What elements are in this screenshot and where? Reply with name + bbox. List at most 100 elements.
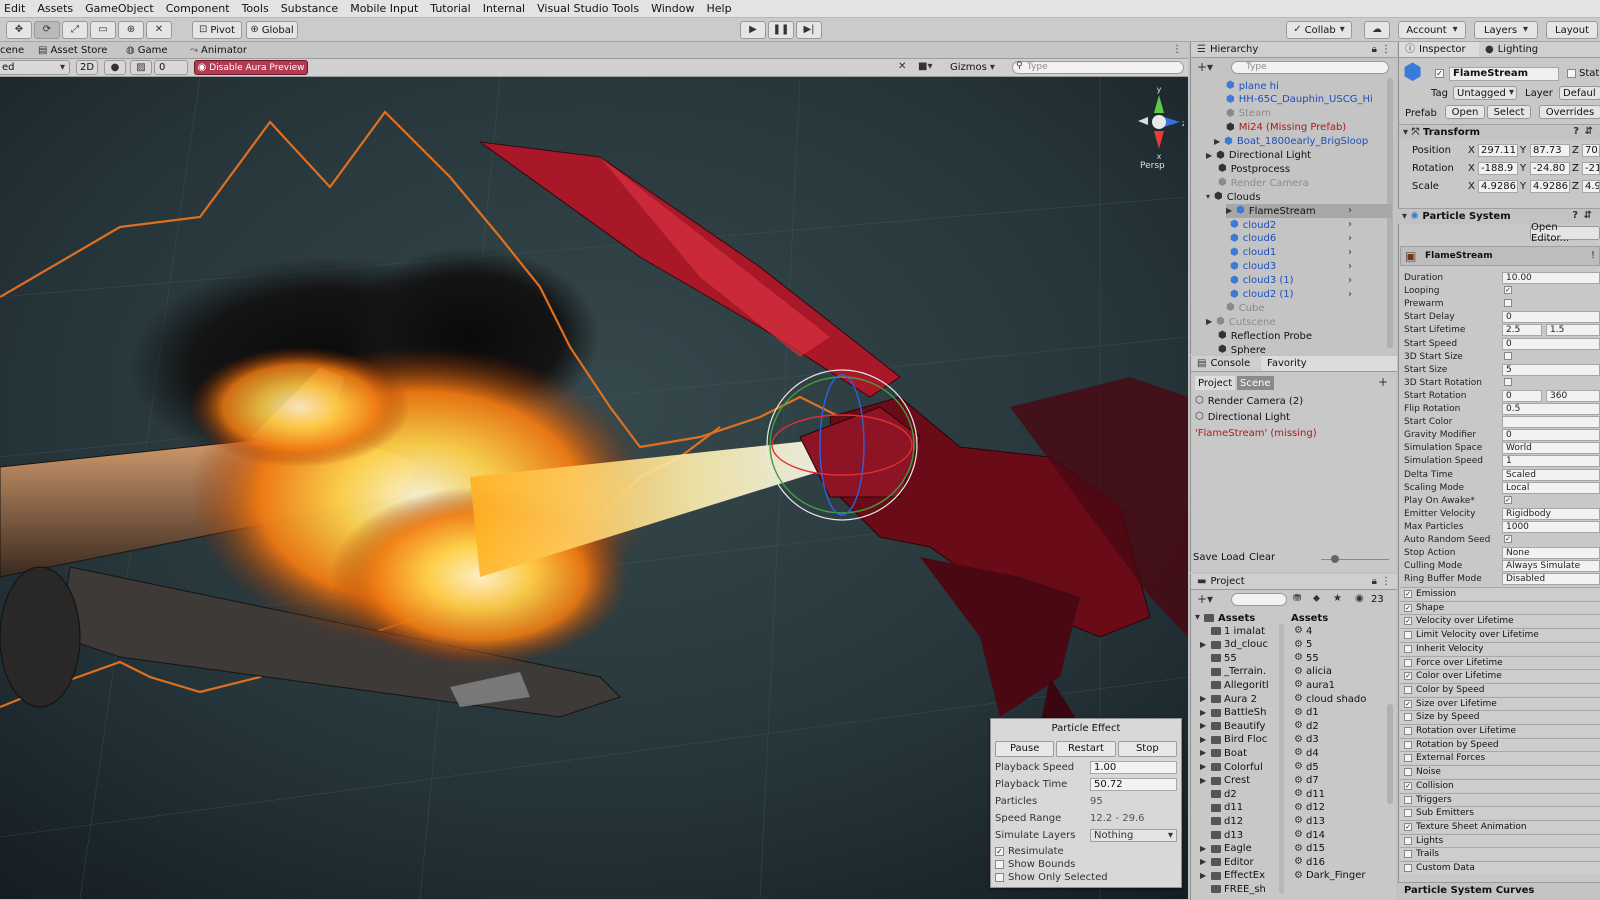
menu-dots-icon[interactable]: ⋮	[1381, 576, 1391, 587]
tools-icon[interactable]: ✕	[898, 62, 906, 72]
project-folder[interactable]: Allegoritl	[1200, 678, 1269, 692]
project-folder[interactable]: ▶ Crest	[1200, 774, 1250, 788]
project-folder[interactable]: ▶ 3d_clouc	[1200, 638, 1268, 652]
lock-icon[interactable]: 🔒︎	[1372, 44, 1377, 55]
add-icon[interactable]: +	[1378, 376, 1388, 388]
hierarchy-item[interactable]: ▶ ⬢ FlameStream ›	[1226, 204, 1392, 219]
scene-orientation-gizmo[interactable]: y z x Persp	[1138, 83, 1186, 178]
2d-toggle[interactable]: 2D	[76, 60, 98, 75]
project-folder[interactable]: ▶ EffectEx	[1200, 869, 1265, 883]
project-asset[interactable]: ⚙ cloud shado	[1294, 692, 1366, 706]
particle-module-row[interactable]: Sub Emitters	[1400, 806, 1600, 820]
prefab-open-button[interactable]: Open	[1445, 105, 1485, 119]
project-folder[interactable]: ▶ Bird Floc	[1200, 733, 1267, 747]
gizmos-dropdown[interactable]: Gizmos ▾	[950, 62, 995, 73]
particle-module-row[interactable]: External Forces	[1400, 751, 1600, 765]
project-folder[interactable]: 1 imalat	[1200, 624, 1265, 638]
particle-module-row[interactable]: Noise	[1400, 765, 1600, 779]
fx-count[interactable]: 0	[154, 60, 188, 75]
project-asset[interactable]: ⚙ d3	[1294, 733, 1319, 747]
pivot-toggle[interactable]: ⊡ Pivot	[192, 21, 242, 39]
hierarchy-item[interactable]: ⬢ HH-65C_Dauphin_USCG_Hi	[1214, 93, 1373, 107]
resimulate-checkbox[interactable]: ✓	[995, 846, 1004, 856]
menu-item-gameobject[interactable]: GameObject	[85, 2, 154, 15]
tag-dropdown[interactable]: Untagged ▾	[1453, 86, 1517, 100]
rotation-x-field[interactable]: -188.9	[1478, 162, 1518, 175]
hierarchy-item[interactable]: ⬢ cloud6 ›	[1218, 232, 1352, 246]
custom-tool-button[interactable]: ✕	[146, 21, 172, 39]
menu-item-help[interactable]: Help	[706, 2, 731, 15]
project-folder[interactable]: d2	[1200, 787, 1237, 801]
project-asset[interactable]: ⚙ 4	[1294, 624, 1312, 638]
filter-type-icon[interactable]: ⛃	[1293, 594, 1301, 604]
move-tool-button[interactable]: ✥	[6, 21, 32, 39]
add-icon[interactable]: +▾	[1197, 593, 1213, 605]
hierarchy-item[interactable]: ⬢ cloud3 ›	[1218, 260, 1352, 274]
module-checkbox[interactable]: ✓	[1404, 672, 1412, 681]
show-bounds-row[interactable]: Show Bounds	[995, 859, 1177, 873]
particle-module-row[interactable]: ✓ Velocity over Lifetime	[1400, 614, 1600, 628]
scale-x-field[interactable]: 4.9286	[1478, 180, 1518, 193]
property-checkbox[interactable]: ✓	[1504, 535, 1512, 543]
project-asset[interactable]: ⚙ 5	[1294, 638, 1312, 652]
property-field[interactable]: 1	[1502, 455, 1600, 468]
help-icon[interactable]: ?	[1572, 211, 1578, 221]
module-checkbox[interactable]	[1404, 768, 1412, 777]
property-field[interactable]	[1502, 416, 1600, 429]
account-dropdown[interactable]: Account ▾	[1398, 21, 1466, 39]
position-x-field[interactable]: 297.11	[1478, 144, 1518, 157]
show-only-selected-row[interactable]: Show Only Selected	[995, 872, 1177, 886]
resimulate-row[interactable]: ✓ Resimulate	[995, 846, 1177, 860]
project-folder[interactable]: _Terrain.	[1200, 665, 1266, 679]
persp-label[interactable]: Persp	[1140, 161, 1165, 171]
module-checkbox[interactable]	[1404, 631, 1412, 640]
property-field[interactable]: World	[1502, 442, 1600, 455]
project-asset[interactable]: ⚙ d12	[1294, 801, 1325, 815]
shading-mode-dropdown[interactable]: ed ▾	[0, 60, 70, 75]
lock-icon[interactable]: 🔒︎	[1372, 576, 1377, 587]
project-folder[interactable]: d12	[1200, 814, 1243, 828]
project-asset[interactable]: ⚙ alicia	[1294, 665, 1332, 679]
rotation-z-field[interactable]: -21	[1582, 162, 1600, 175]
project-asset[interactable]: ⚙ 55	[1294, 651, 1319, 665]
project-tab[interactable]: ▬ Project 🔒︎ ⋮	[1191, 574, 1397, 590]
star-icon[interactable]: ★	[1333, 594, 1342, 604]
property-checkbox[interactable]	[1504, 377, 1512, 386]
property-field[interactable]: 1000	[1502, 520, 1600, 533]
module-checkbox[interactable]	[1404, 713, 1412, 722]
layers-dropdown[interactable]: Layers ▾	[1474, 21, 1538, 39]
menu-item-tools[interactable]: Tools	[242, 2, 269, 15]
object-name-field[interactable]: FlameStream	[1449, 67, 1559, 81]
collab-dropdown[interactable]: ✓ Collab ▾	[1286, 21, 1352, 39]
child-arrow-icon[interactable]: ›	[1348, 206, 1352, 216]
particle-module-row[interactable]: ✓ Texture Sheet Animation	[1400, 819, 1600, 833]
rotation-y-field[interactable]: -24.80	[1530, 162, 1570, 175]
child-arrow-icon[interactable]: ›	[1348, 247, 1352, 258]
transform-tool-button[interactable]: ⊕	[118, 21, 144, 39]
project-folder[interactable]: ▶ Colorful	[1200, 760, 1263, 774]
particle-module-row[interactable]: Force over Lifetime	[1400, 655, 1600, 669]
project-asset[interactable]: ⚙ d13	[1294, 814, 1325, 828]
hierarchy-item[interactable]: ▶ ⬢ Cutscene	[1206, 315, 1275, 329]
property-field[interactable]: Local	[1502, 481, 1600, 494]
playback-time-field[interactable]: 50.72	[1090, 778, 1177, 791]
property-field-max[interactable]: 360	[1546, 389, 1600, 402]
project-folder[interactable]: ▶ Aura 2	[1200, 692, 1257, 706]
module-checkbox[interactable]	[1404, 850, 1412, 859]
property-checkbox[interactable]	[1504, 299, 1512, 308]
property-field-min[interactable]: 2.5	[1502, 324, 1542, 337]
property-field[interactable]: Disabled	[1502, 573, 1600, 586]
position-y-field[interactable]: 87.73	[1530, 144, 1570, 157]
hierarchy-tab[interactable]: ☰ Hierarchy 🔒︎ ⋮	[1191, 42, 1397, 58]
label-icon[interactable]: ⬥	[1313, 594, 1320, 604]
hierarchy-item[interactable]: ⬢ plane hi	[1214, 79, 1279, 93]
tab-asset-store[interactable]: ▤ Asset Store	[38, 45, 107, 56]
property-field-max[interactable]: 1.5	[1546, 324, 1600, 337]
hierarchy-item[interactable]: ⬢ cloud2 ›	[1218, 218, 1352, 232]
project-tree-root[interactable]: ▾ Assets	[1195, 611, 1255, 625]
menu-item-substance[interactable]: Substance	[281, 2, 339, 15]
module-checkbox[interactable]	[1404, 727, 1412, 735]
module-checkbox[interactable]: ✓	[1404, 590, 1412, 598]
hierarchy-item[interactable]: ▾ ⬢ Clouds	[1206, 190, 1261, 204]
tab-lighting[interactable]: ● Lighting	[1479, 42, 1600, 58]
